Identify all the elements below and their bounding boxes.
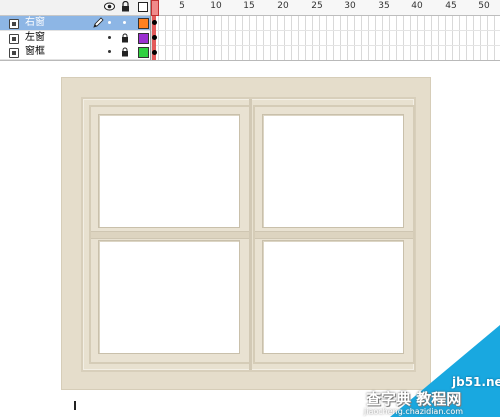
transom-bar [255, 231, 413, 239]
layer-name: 窗框 [25, 46, 45, 57]
keyframe[interactable] [152, 20, 157, 25]
frames-area[interactable]: 1 5 10 15 20 25 30 35 40 45 50 [151, 0, 500, 60]
ruler-number: 20 [277, 1, 289, 11]
ruler-number: 25 [311, 1, 323, 11]
ruler-number: 5 [179, 1, 185, 11]
ruler-number: 40 [411, 1, 423, 11]
layer-icon [9, 19, 19, 29]
center-mullion [249, 99, 252, 370]
outline-color-swatch[interactable] [138, 18, 149, 29]
watermark-title: 查字典 教程网 [366, 390, 462, 408]
layers-panel: 右窗 左窗 窗框 [0, 0, 151, 60]
watermark-url: jiaocheng.chazidian.com [364, 407, 464, 416]
visibility-dot[interactable] [108, 21, 111, 24]
visibility-dot[interactable] [108, 36, 111, 39]
frame-rows [151, 16, 500, 60]
visibility-dot[interactable] [108, 50, 111, 53]
keyframe[interactable] [152, 50, 157, 55]
outline-color-swatch[interactable] [138, 33, 149, 44]
left-window-shape[interactable] [89, 105, 251, 364]
layer-row-window-frame[interactable]: 窗框 [0, 45, 150, 60]
ruler-number: 35 [378, 1, 390, 11]
layer-icon [9, 48, 19, 58]
keyframe[interactable] [152, 35, 157, 40]
ruler-number: 30 [344, 1, 356, 11]
lock-icon[interactable] [120, 1, 131, 12]
glass-pane [98, 114, 240, 228]
glass-pane [98, 240, 240, 354]
stage-marker [74, 401, 76, 410]
ruler-number: 15 [243, 1, 255, 11]
frame-ruler[interactable]: 1 5 10 15 20 25 30 35 40 45 50 [151, 0, 500, 16]
site-watermark: jb51.net 查字典 教程网 jiaocheng.chazidian.com [360, 325, 500, 417]
glass-pane [262, 114, 404, 228]
playhead-handle[interactable] [151, 0, 159, 16]
ruler-number: 10 [210, 1, 222, 11]
timeline-panel: 右窗 左窗 窗框 1 [0, 0, 500, 61]
layer-header-row [0, 0, 150, 16]
lock-icon[interactable] [121, 33, 129, 43]
ruler-number: 50 [478, 1, 490, 11]
pencil-icon [92, 17, 104, 29]
lock-icon[interactable] [121, 47, 129, 57]
layer-icon [9, 34, 19, 44]
layer-row-left-window[interactable]: 左窗 [0, 31, 150, 46]
outline-color-swatch[interactable] [138, 47, 149, 58]
layer-row-right-window[interactable]: 右窗 [0, 16, 150, 31]
eye-icon[interactable] [104, 1, 115, 12]
layer-name: 右窗 [25, 17, 45, 28]
ruler-number: 45 [445, 1, 457, 11]
lock-dot[interactable] [123, 21, 126, 24]
watermark-domain: jb51.net [452, 375, 500, 389]
layer-name: 左窗 [25, 32, 45, 43]
outline-icon[interactable] [137, 1, 148, 12]
transom-bar [91, 231, 249, 239]
